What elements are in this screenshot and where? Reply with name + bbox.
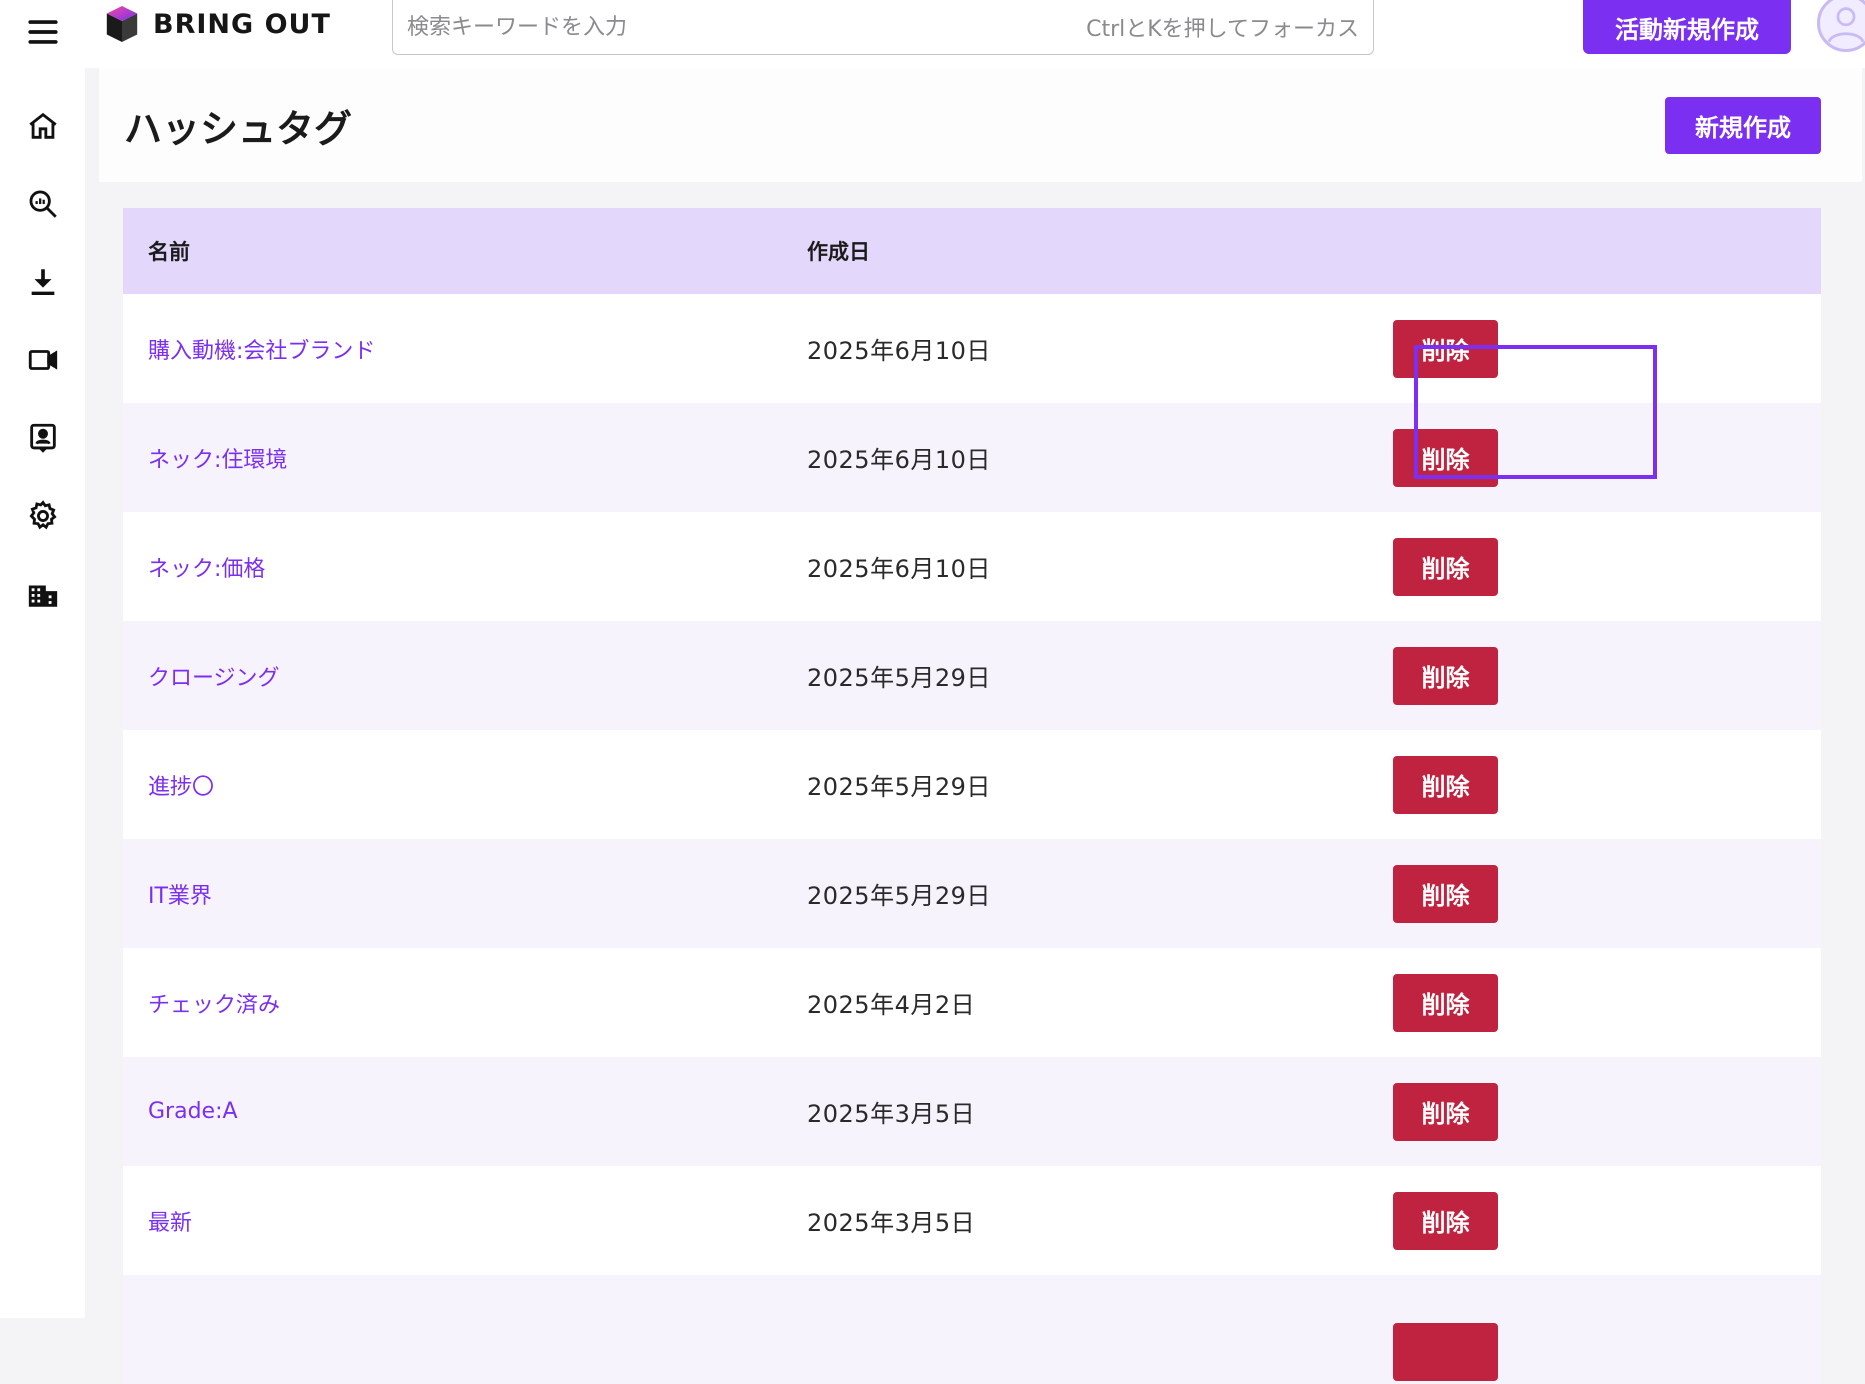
main-content: ハッシュタグ 新規作成 名前 作成日 購入動機:会社ブランド 2025年6月10… [85, 68, 1865, 1318]
hashtag-name-link[interactable]: ネック:価格 [148, 551, 265, 583]
delete-button[interactable]: 削除 [1393, 974, 1498, 1032]
logo-text: BRING OUT [153, 9, 331, 40]
hashtag-name-link[interactable]: 購入動機:会社ブランド [148, 333, 375, 365]
page-header: ハッシュタグ 新規作成 [99, 68, 1862, 182]
hashtag-name-link[interactable]: クロージング [148, 660, 280, 692]
search-analytics-icon [26, 187, 60, 221]
hashtag-name-link[interactable]: 進捗〇 [148, 769, 214, 801]
new-hashtag-button[interactable]: 新規作成 [1665, 97, 1821, 154]
new-activity-button[interactable]: 活動新規作成 [1583, 0, 1791, 54]
download-icon [26, 265, 60, 299]
delete-button[interactable]: 削除 [1393, 1083, 1498, 1141]
delete-button[interactable]: 削除 [1393, 756, 1498, 814]
cube-logo-icon [103, 4, 141, 44]
sidebar-item-home[interactable] [17, 100, 69, 152]
delete-button[interactable]: 削除 [1393, 865, 1498, 923]
delete-button[interactable]: 削除 [1393, 647, 1498, 705]
user-icon [1820, 0, 1865, 49]
column-header-name[interactable]: 名前 [148, 236, 190, 266]
table-row: ネック:住環境 2025年6月10日 削除 [123, 403, 1821, 512]
hashtag-name-link[interactable]: IT業界 [148, 878, 212, 910]
created-date: 2025年5月29日 [807, 658, 991, 693]
delete-button[interactable]: 削除 [1393, 320, 1498, 378]
search-input[interactable] [407, 15, 967, 40]
sidebar-item-video[interactable] [17, 334, 69, 386]
delete-button[interactable]: 削除 [1393, 538, 1498, 596]
menu-icon[interactable] [21, 14, 65, 50]
table-row: クロージング 2025年5月29日 削除 [123, 621, 1821, 730]
avatar[interactable] [1817, 0, 1865, 52]
sidebar-item-settings[interactable] [17, 490, 69, 542]
search-shortcut-hint: CtrlとKを押してフォーカス [1086, 11, 1359, 43]
top-header: BRING OUT CtrlとKを押してフォーカス 活動新規作成 [85, 0, 1865, 68]
sidebar [0, 0, 85, 1318]
page-title: ハッシュタグ [124, 98, 352, 153]
created-date: 2025年5月29日 [807, 876, 991, 911]
created-date: 2025年3月5日 [807, 1094, 975, 1129]
home-icon [26, 109, 60, 143]
created-date: 2025年4月2日 [807, 985, 975, 1020]
table-row: 進捗〇 2025年5月29日 削除 [123, 730, 1821, 839]
hashtag-table: 名前 作成日 購入動機:会社ブランド 2025年6月10日 削除 ネック:住環境… [123, 208, 1821, 1384]
created-date: 2025年5月29日 [807, 767, 991, 802]
delete-button[interactable] [1393, 1323, 1498, 1381]
building-icon [26, 577, 60, 611]
hashtag-name-link[interactable]: チェック済み [148, 987, 280, 1019]
created-date: 2025年6月10日 [807, 440, 991, 475]
table-row: チェック済み 2025年4月2日 削除 [123, 948, 1821, 1057]
created-date: 2025年3月5日 [807, 1203, 975, 1238]
video-icon [26, 343, 60, 377]
contact-card-icon [26, 421, 60, 455]
table-row: IT業界 2025年5月29日 削除 [123, 839, 1821, 948]
hashtag-name-link[interactable]: ネック:住環境 [148, 442, 287, 474]
column-header-created[interactable]: 作成日 [807, 236, 870, 266]
delete-button[interactable]: 削除 [1393, 1192, 1498, 1250]
table-row [123, 1275, 1821, 1384]
created-date: 2025年6月10日 [807, 549, 991, 584]
table-row: Grade:A 2025年3月5日 削除 [123, 1057, 1821, 1166]
table-header: 名前 作成日 [123, 208, 1821, 294]
table-row: 購入動機:会社ブランド 2025年6月10日 削除 [123, 294, 1821, 403]
created-date: 2025年6月10日 [807, 331, 991, 366]
sidebar-item-organization[interactable] [17, 568, 69, 620]
hashtag-name-link[interactable]: Grade:A [148, 1099, 238, 1124]
table-row: 最新 2025年3月5日 削除 [123, 1166, 1821, 1275]
sidebar-item-search[interactable] [17, 178, 69, 230]
brand-logo[interactable]: BRING OUT [103, 4, 331, 44]
table-row: ネック:価格 2025年6月10日 削除 [123, 512, 1821, 621]
search-box[interactable]: CtrlとKを押してフォーカス [392, 0, 1374, 55]
hashtag-name-link[interactable]: 最新 [148, 1205, 192, 1237]
sidebar-item-download[interactable] [17, 256, 69, 308]
gear-icon [26, 499, 60, 533]
sidebar-item-contacts[interactable] [17, 412, 69, 464]
delete-button[interactable]: 削除 [1393, 429, 1498, 487]
